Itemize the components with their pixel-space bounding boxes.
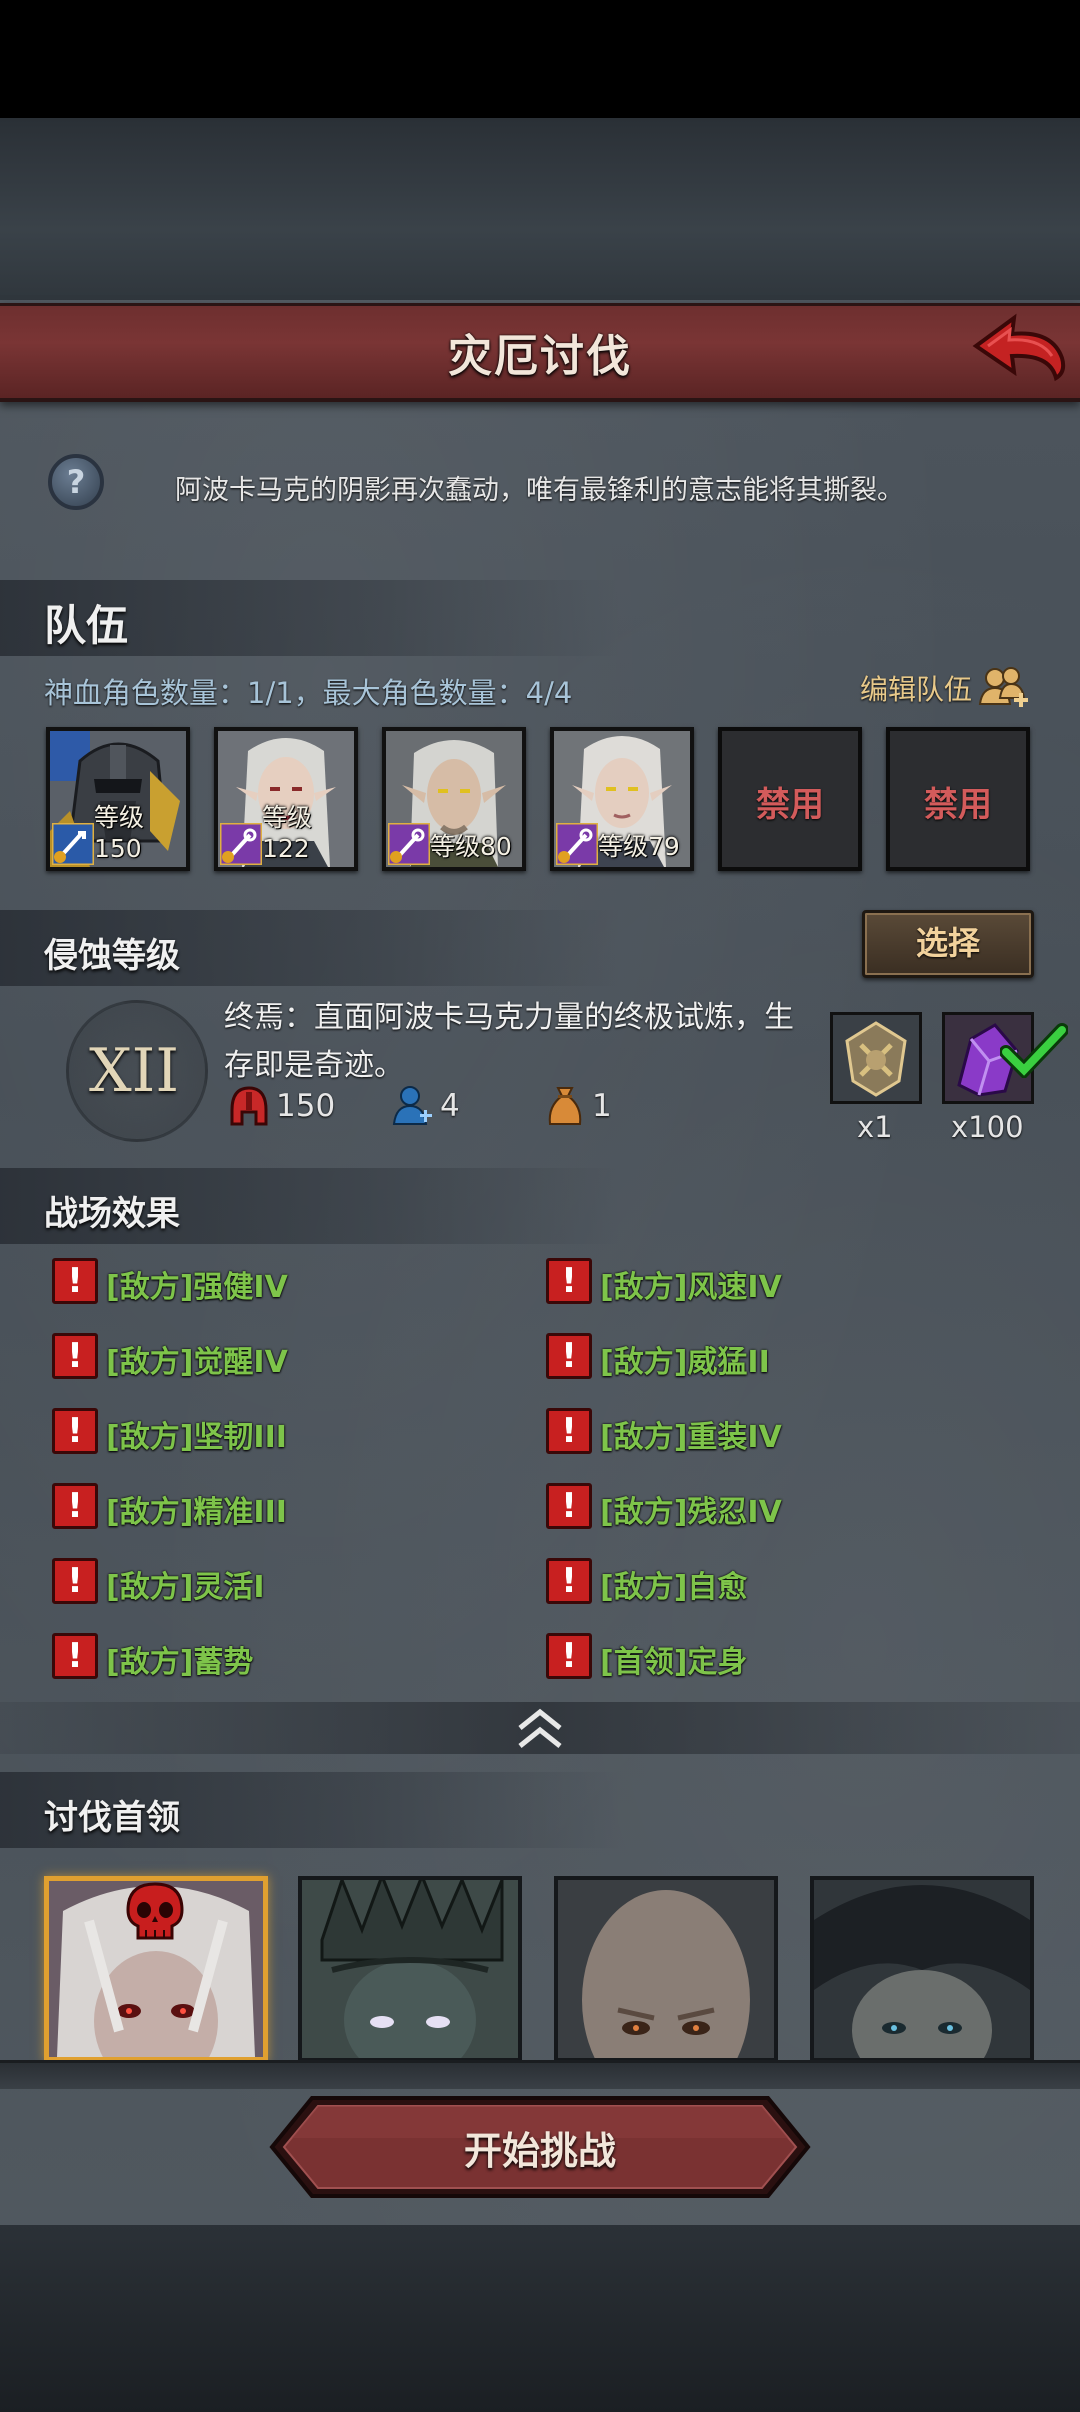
effect-left-1[interactable]: [敌方]强健IV [106, 1262, 288, 1306]
team-slot-3[interactable]: 等级80 [382, 727, 526, 871]
warning-icon: ! [52, 1258, 98, 1304]
select-level-button[interactable]: 选择 [862, 910, 1034, 978]
start-challenge-label: 开始挑战 [463, 2129, 616, 2173]
effect-right-4[interactable]: [敌方]残忍IV [600, 1487, 782, 1531]
reward-value: 1 [592, 1088, 612, 1124]
warning-icon: ! [546, 1558, 592, 1604]
erosion-title: 侵蚀等级 [44, 936, 180, 976]
team-slot-1[interactable]: 等级150 [46, 727, 190, 871]
warning-icon: ! [546, 1483, 592, 1529]
team-title: 队伍 [44, 601, 129, 650]
warning-icon: ! [546, 1333, 592, 1379]
battlefield-title: 战场效果 [44, 1194, 180, 1234]
team-slot-banned-2[interactable]: 禁用 [886, 727, 1030, 871]
status-area [0, 0, 1080, 118]
erosion-description: 终焉：直面阿波卡马克力量的终极试炼，生存即是奇迹。 [224, 1000, 794, 1083]
boss-card-3[interactable] [554, 1876, 778, 2062]
player-count-value: 4 [440, 1088, 460, 1124]
team-slot-banned-1[interactable]: 禁用 [718, 727, 862, 871]
help-icon[interactable]: ? [48, 454, 104, 510]
effect-left-2[interactable]: [敌方]觉醒IV [106, 1337, 288, 1381]
skull-icon [126, 1882, 184, 1940]
footer-divider [0, 2060, 1080, 2089]
ban-label: 禁用 [756, 785, 824, 825]
effect-right-2[interactable]: [敌方]威猛II [600, 1337, 770, 1381]
effect-right-6[interactable]: [首领]定身 [600, 1637, 747, 1681]
effect-right-5[interactable]: [敌方]自愈 [600, 1562, 747, 1606]
hero-level: 等级150 [94, 803, 145, 863]
reward-count-1: x1 [857, 1110, 893, 1144]
top-backdrop [0, 118, 1080, 304]
effect-right-1[interactable]: [敌方]风速IV [600, 1262, 782, 1306]
chevron-up-double-icon[interactable] [514, 1706, 566, 1752]
team-slot-4[interactable]: 等级79 [550, 727, 694, 871]
warning-icon: ! [52, 1558, 98, 1604]
erosion-level-numeral: XII [88, 1036, 180, 1106]
warning-icon: ! [52, 1633, 98, 1679]
staff-icon [220, 823, 262, 865]
effect-right-3[interactable]: [敌方]重装IV [600, 1412, 782, 1456]
team-count-info: 神血角色数量：1/1，最大角色数量：4/4 [44, 676, 573, 710]
back-arrow-icon[interactable] [968, 308, 1068, 388]
boss-portrait-dark-haired [814, 1880, 1030, 2058]
difficulty-value: 150 [276, 1088, 336, 1124]
effect-left-4[interactable]: [敌方]精准III [106, 1487, 287, 1531]
screen: 灾厄讨伐 ? 阿波卡马克的阴影再次蠢动，唯有最锋利的意志能将其撕裂。 队伍 神血… [0, 0, 1080, 2412]
warning-icon: ! [52, 1333, 98, 1379]
sword-icon [52, 823, 94, 865]
staff-icon [388, 823, 430, 865]
hero-level: 等级80 [430, 832, 512, 861]
effect-left-5[interactable]: [敌方]灵活I [106, 1562, 265, 1606]
emblem-icon [833, 1015, 919, 1101]
hero-level: 等级79 [598, 832, 680, 861]
bottom-backdrop [0, 2225, 1080, 2412]
warning-icon: ! [546, 1258, 592, 1304]
add-group-icon[interactable] [978, 664, 1030, 714]
warning-icon: ! [546, 1633, 592, 1679]
staff-icon [556, 823, 598, 865]
reward-count-2: x100 [951, 1110, 1024, 1144]
warning-icon: ! [546, 1408, 592, 1454]
bosses-title: 讨伐首领 [44, 1798, 180, 1838]
boss-portrait-bald [558, 1880, 774, 2058]
edit-team-button[interactable]: 编辑队伍 [860, 668, 972, 708]
hero-level: 等级122 [262, 803, 313, 863]
event-description: 阿波卡马克的阴影再次蠢动，唯有最锋利的意志能将其撕裂。 [175, 475, 904, 506]
helmet-icon [230, 1086, 268, 1126]
page-title: 灾厄讨伐 [448, 331, 632, 382]
boss-portrait-crowned [302, 1880, 518, 2058]
ban-label: 禁用 [924, 785, 992, 825]
team-slot-2[interactable]: 等级122 [214, 727, 358, 871]
checkmark-icon [1000, 1023, 1068, 1078]
boss-card-2[interactable] [298, 1876, 522, 2062]
effect-left-3[interactable]: [敌方]坚韧III [106, 1412, 287, 1456]
boss-card-4[interactable] [810, 1876, 1034, 2062]
effect-left-6[interactable]: [敌方]蓄势 [106, 1637, 253, 1681]
reward-item-emblem[interactable] [830, 1012, 922, 1104]
player-icon [392, 1086, 432, 1125]
warning-icon: ! [52, 1483, 98, 1529]
bag-icon [548, 1087, 582, 1125]
warning-icon: ! [52, 1408, 98, 1454]
